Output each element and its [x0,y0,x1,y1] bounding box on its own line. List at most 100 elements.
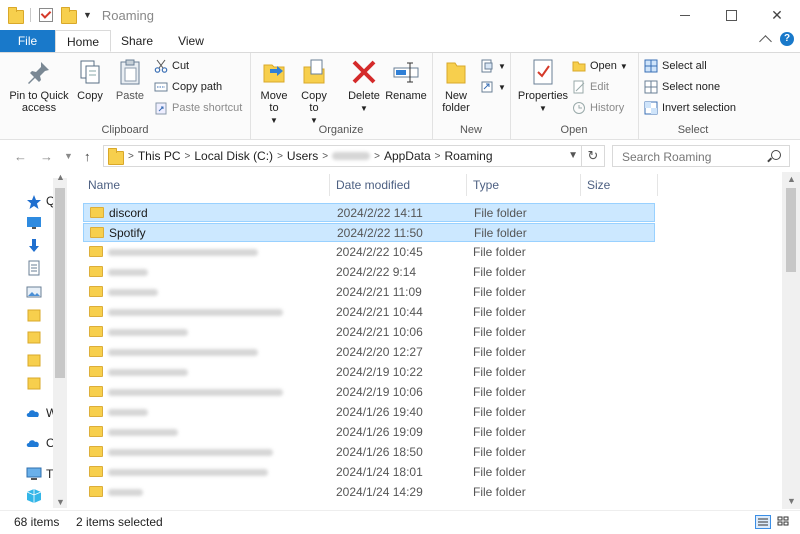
breadcrumb-this-pc[interactable]: This PC [138,149,181,163]
select-none-button[interactable]: Select none [644,78,720,96]
edit-button[interactable]: Edit [572,78,609,96]
table-row[interactable]: 2024/2/19 10:22 File folder [83,363,655,382]
close-button[interactable]: ✕ [754,0,800,30]
table-row[interactable]: 2024/2/20 12:27 File folder [83,343,655,362]
desktop-icon[interactable] [26,215,42,231]
group-label-new: New [459,124,482,136]
table-row[interactable]: discord 2024/2/22 14:11 File folder [83,203,655,222]
column-divider[interactable] [580,174,581,196]
large-icons-view-button[interactable] [776,515,792,529]
select-all-button[interactable]: Select all [644,57,707,75]
table-row[interactable]: 2024/2/22 10:45 File folder [83,243,655,262]
file-date-modified: 2024/1/24 18:01 [336,465,423,479]
file-list-scroll-thumb[interactable] [786,188,796,272]
3d-objects-icon[interactable] [26,488,42,504]
breadcrumb-roaming[interactable]: Roaming [444,149,492,163]
nav-folder-icon[interactable] [26,352,42,368]
breadcrumb-separator: > [374,150,380,162]
breadcrumb-local-disk[interactable]: Local Disk (C:) [194,149,273,163]
column-header-type[interactable]: Type [473,172,499,198]
table-row[interactable]: 2024/2/19 10:06 File folder [83,383,655,402]
breadcrumb-appdata[interactable]: AppData [384,149,431,163]
onedrive-cloud-icon[interactable] [26,435,42,451]
help-icon[interactable]: ? [780,32,794,46]
collapse-ribbon-icon[interactable] [759,34,772,48]
file-date-modified: 2024/2/22 14:11 [337,206,423,220]
invert-selection-button[interactable]: Invert selection [644,99,736,117]
table-row[interactable]: 2024/1/26 19:09 File folder [83,423,655,442]
address-bar[interactable]: > This PC > Local Disk (C:) > Users > > … [103,145,605,167]
move-to-button[interactable]: Move to ▼ [256,57,292,127]
column-divider[interactable] [329,174,330,196]
table-row[interactable]: 2024/2/21 11:09 File folder [83,283,655,302]
recent-locations-icon[interactable]: ▼ [64,151,73,161]
table-row[interactable]: 2024/1/24 14:29 File folder [83,483,655,502]
cut-button[interactable]: Cut [154,57,189,75]
forward-arrow-icon[interactable]: → [40,149,53,164]
tab-view[interactable]: View [163,30,219,52]
copy-to-button[interactable]: Copy to ▼ [296,57,332,127]
table-row[interactable]: 2024/1/26 18:50 File folder [83,443,655,462]
table-row[interactable]: 2024/2/21 10:06 File folder [83,323,655,342]
onedrive-cloud-icon[interactable] [26,405,42,421]
pin-quick-access-button[interactable]: Pin to Quick access [6,57,72,114]
tab-home[interactable]: Home [55,30,111,52]
nav-pane-scroll-thumb[interactable] [55,188,65,378]
new-folder-button[interactable]: New folder [438,57,474,114]
copy-path-button[interactable]: Copy path [154,78,222,96]
nav-folder-icon[interactable] [26,329,42,345]
rename-button[interactable]: Rename [384,57,428,102]
back-arrow-icon[interactable]: ← [14,149,27,164]
properties-button[interactable]: Properties ▼ [514,57,572,115]
easy-access-button[interactable]: ▼ [480,78,506,96]
redacted-file-name [108,469,268,476]
tab-share[interactable]: Share [111,30,163,52]
column-divider[interactable] [466,174,467,196]
up-arrow-icon[interactable]: ↑ [84,149,91,164]
nav-scroll-up-icon[interactable]: ▲ [56,172,65,182]
column-header-name[interactable]: Name [88,172,120,198]
column-header-date-modified[interactable]: Date modified [336,172,410,198]
table-row[interactable]: 2024/2/21 10:44 File folder [83,303,655,322]
file-list-scrollbar[interactable]: ▲ ▼ [782,172,800,509]
nav-scroll-down-icon[interactable]: ▼ [56,497,65,507]
delete-button[interactable]: Delete ▼ [344,57,384,115]
tab-file[interactable]: File [0,30,55,52]
nav-folder-icon[interactable] [26,375,42,391]
table-row[interactable]: 2024/1/26 19:40 File folder [83,403,655,422]
quick-access-star-icon[interactable] [26,194,42,210]
documents-icon[interactable] [26,260,42,276]
column-header-size[interactable]: Size [587,172,610,198]
open-button[interactable]: Open ▼ [572,57,628,75]
new-item-button[interactable]: ▼ [480,57,506,75]
search-box[interactable]: Search Roaming [612,145,790,167]
redacted-file-name [108,389,283,396]
paste-shortcut-button[interactable]: Paste shortcut [154,99,242,117]
properties-check-icon[interactable] [39,8,53,22]
table-row[interactable]: 2024/1/24 18:01 File folder [83,463,655,482]
history-button[interactable]: History [572,99,624,117]
quick-access-dropdown-icon[interactable]: ▼ [83,10,92,20]
refresh-icon[interactable]: ↻ [581,146,604,166]
properties-icon [528,57,558,87]
pictures-icon[interactable] [26,284,42,300]
column-divider[interactable] [657,174,658,196]
scroll-down-icon[interactable]: ▼ [787,496,796,506]
address-dropdown-icon[interactable]: ▼ [568,150,578,161]
minimize-button[interactable] [662,0,708,30]
scroll-up-icon[interactable]: ▲ [787,174,796,184]
breadcrumb-users[interactable]: Users [287,149,318,163]
copy-button[interactable]: Copy [72,57,108,102]
paste-button[interactable]: Paste [112,57,148,102]
downloads-icon[interactable] [26,238,42,254]
redacted-file-name [108,489,143,496]
nav-folder-icon[interactable] [26,307,42,323]
breadcrumb-username-redacted[interactable] [332,149,371,163]
this-pc-icon[interactable] [26,466,42,482]
new-folder-quick-icon[interactable] [61,7,77,24]
details-view-button[interactable] [755,515,771,529]
table-row[interactable]: 2024/2/22 9:14 File folder [83,263,655,282]
nav-pane-scrollbar[interactable] [53,178,67,508]
maximize-button[interactable] [708,0,754,30]
table-row[interactable]: Spotify 2024/2/22 11:50 File folder [83,223,655,242]
